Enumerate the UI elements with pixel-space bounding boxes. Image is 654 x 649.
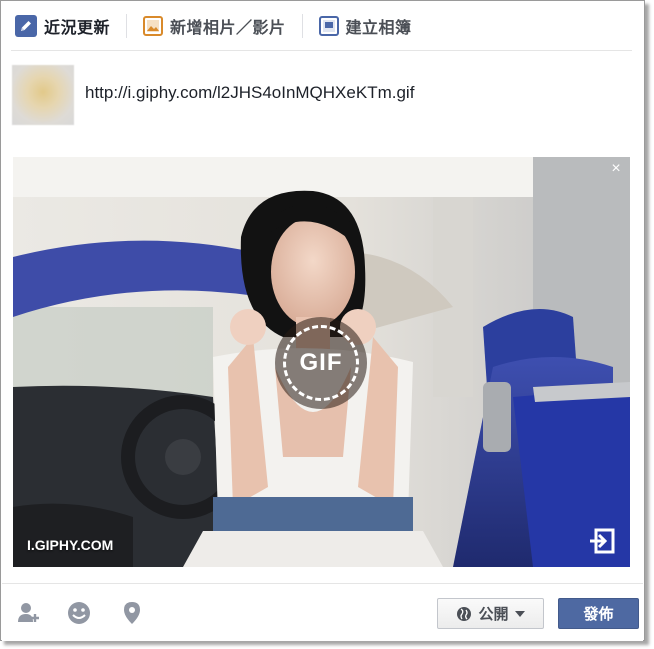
gif-preview[interactable]: × GIF I.GIPHY.COM	[13, 157, 630, 567]
close-icon[interactable]: ×	[608, 161, 624, 177]
feeling-icon[interactable]	[66, 600, 92, 626]
tab-create-album-label: 建立相簿	[345, 19, 412, 37]
avatar	[12, 65, 74, 125]
privacy-selector[interactable]: 公開	[437, 598, 544, 629]
tab-status-update-label: 近況更新	[44, 19, 111, 37]
source-label: I.GIPHY.COM	[27, 537, 114, 553]
pencil-icon	[15, 14, 37, 37]
tab-add-photo-video-label: 新增相片／影片	[170, 19, 286, 37]
post-composer: 近況更新 新增相片／影片 建立相簿 http://i.giphy.com/l2J…	[0, 0, 645, 641]
tab-divider	[126, 13, 128, 38]
album-icon	[318, 15, 339, 36]
tab-add-photo-video[interactable]: 新增相片／影片	[139, 11, 290, 41]
open-link-icon[interactable]	[588, 527, 616, 555]
gif-badge-label: GIF	[299, 349, 343, 376]
post-button[interactable]: 發佈	[558, 598, 639, 629]
tab-create-album[interactable]: 建立相簿	[315, 11, 416, 41]
tab-divider	[301, 13, 303, 38]
privacy-label: 公開	[478, 606, 509, 623]
globe-icon	[457, 606, 472, 621]
post-text-input[interactable]: http://i.giphy.com/l2JHS4oInMQHXeKTm.gif	[85, 83, 414, 103]
tab-status-update[interactable]: 近況更新	[11, 11, 114, 41]
location-icon[interactable]	[119, 600, 145, 626]
composer-footer: 公開 發佈	[2, 583, 643, 641]
composer-tabs: 近況更新 新增相片／影片 建立相簿	[11, 1, 632, 51]
gif-play-button[interactable]: GIF	[275, 317, 367, 409]
photo-icon	[143, 15, 164, 36]
tag-friends-icon[interactable]	[16, 600, 42, 626]
chevron-down-icon	[514, 610, 525, 617]
